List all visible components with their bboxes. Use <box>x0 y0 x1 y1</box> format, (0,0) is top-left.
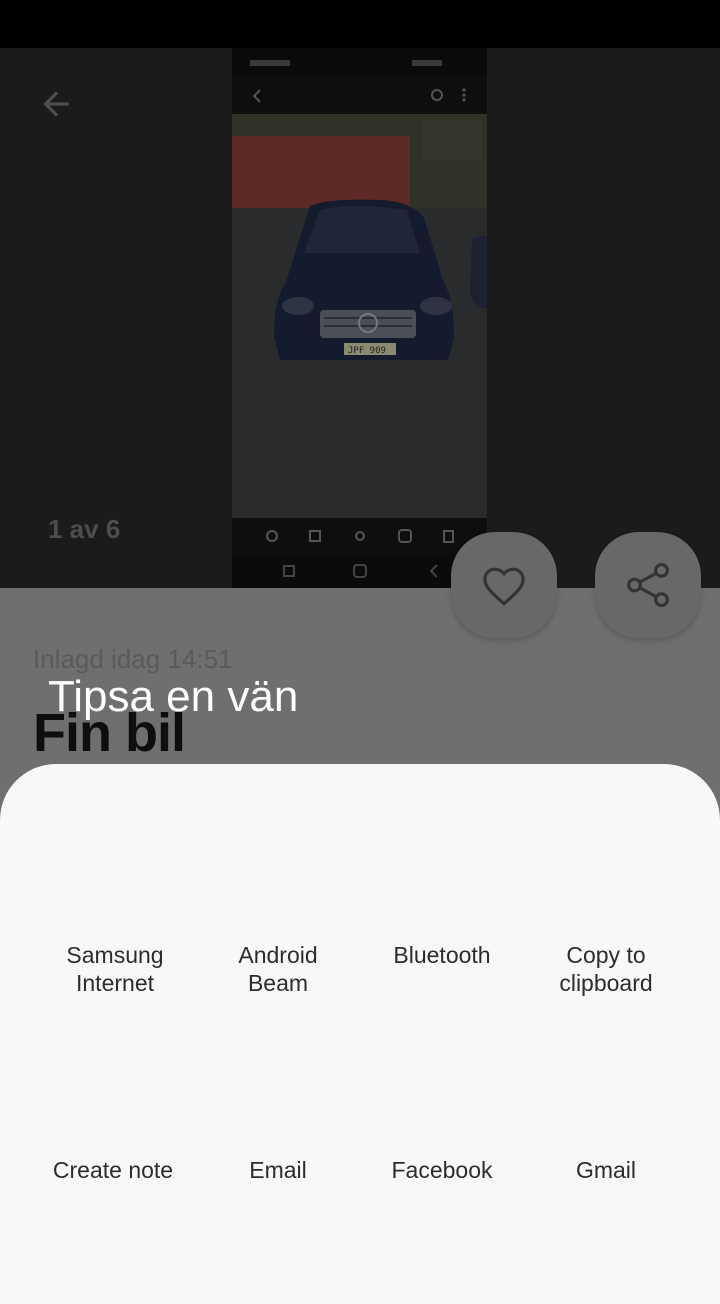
share-target-label: Email <box>249 1157 307 1183</box>
posted-timestamp: Inlagd idag 14:51 <box>33 644 233 674</box>
share-target-facebook[interactable]: Facebook <box>352 1156 532 1184</box>
license-plate-text: JPF 909 <box>348 346 386 356</box>
status-bar <box>0 0 720 48</box>
share-target-label: Beam <box>247 970 309 996</box>
share-target-label: Copy to <box>566 942 646 968</box>
share-sheet: Samsung Internet Android Beam Bluetooth … <box>0 764 720 1304</box>
arrow-left-icon <box>43 91 69 117</box>
share-sheet-title: Tipsa en vän <box>48 672 299 721</box>
share-target-samsung-internet[interactable]: Samsung Internet <box>25 941 205 997</box>
image-gallery[interactable]: JPF 909 1 av 6 <box>0 48 720 588</box>
share-target-label: Facebook <box>391 1157 493 1183</box>
share-target-create-note[interactable]: Create note <box>23 1156 203 1184</box>
back-button[interactable] <box>28 82 84 126</box>
share-target-label: Gmail <box>575 1157 637 1183</box>
share-target-email[interactable]: Email <box>188 1156 368 1184</box>
share-button[interactable] <box>595 532 701 638</box>
heart-outline-icon <box>483 567 525 606</box>
share-target-copy-to-clipboard[interactable]: Copy to clipboard <box>516 941 696 997</box>
share-target-label: clipboard <box>559 970 653 996</box>
favorite-button[interactable] <box>451 532 557 638</box>
share-target-label: Create note <box>52 1157 174 1183</box>
share-icon <box>627 562 669 608</box>
listing-photo[interactable]: JPF 909 <box>232 48 487 588</box>
share-target-label: Bluetooth <box>393 942 491 968</box>
share-target-gmail[interactable]: Gmail <box>516 1156 696 1184</box>
car-photo: JPF 909 <box>232 48 487 588</box>
share-target-label: Android <box>238 942 318 968</box>
share-target-bluetooth[interactable]: Bluetooth <box>352 941 532 969</box>
image-counter: 1 av 6 <box>48 514 121 544</box>
share-target-android-beam[interactable]: Android Beam <box>188 941 368 997</box>
share-target-label: Internet <box>76 970 154 996</box>
share-target-label: Samsung <box>66 942 164 968</box>
